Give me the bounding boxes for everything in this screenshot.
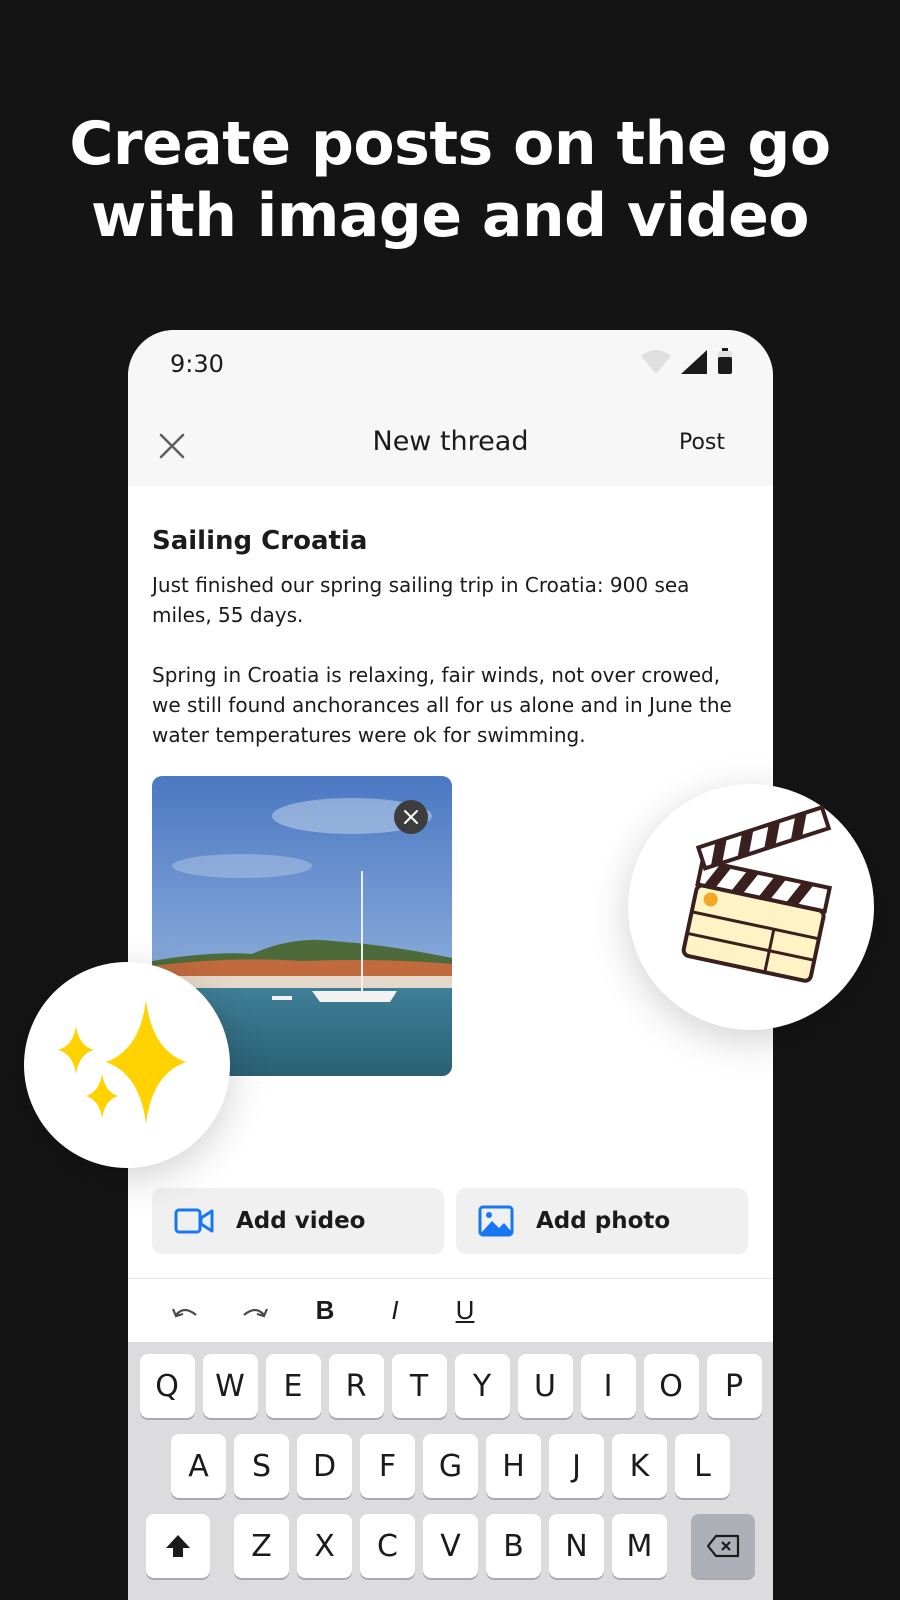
sparkles-icon bbox=[58, 1000, 186, 1124]
headline-line-2: with image and video bbox=[91, 181, 809, 251]
media-actions: Add video Add photo bbox=[152, 1188, 748, 1254]
shift-key[interactable] bbox=[146, 1514, 210, 1578]
video-camera-icon bbox=[174, 1208, 214, 1234]
key-g[interactable]: G bbox=[423, 1434, 478, 1498]
underline-icon[interactable]: U bbox=[448, 1294, 482, 1328]
wifi-icon bbox=[641, 350, 671, 374]
photo-icon bbox=[478, 1205, 514, 1237]
key-j[interactable]: J bbox=[549, 1434, 604, 1498]
key-k[interactable]: K bbox=[612, 1434, 667, 1498]
key-b[interactable]: B bbox=[486, 1514, 541, 1578]
page-title: New thread bbox=[372, 426, 529, 457]
backspace-key[interactable] bbox=[691, 1514, 755, 1578]
key-t[interactable]: T bbox=[391, 1354, 447, 1418]
post-paragraph: Spring in Croatia is relaxing, fair wind… bbox=[152, 663, 732, 747]
key-q[interactable]: Q bbox=[139, 1354, 195, 1418]
remove-photo-button[interactable] bbox=[394, 800, 428, 834]
key-u[interactable]: U bbox=[517, 1354, 573, 1418]
post-button[interactable]: Post bbox=[679, 430, 725, 455]
redo-icon[interactable] bbox=[238, 1294, 272, 1328]
bold-icon[interactable]: B bbox=[308, 1294, 342, 1328]
key-d[interactable]: D bbox=[297, 1434, 352, 1498]
headline-line-1: Create posts on the go bbox=[69, 109, 831, 179]
status-icons bbox=[641, 348, 733, 374]
key-r[interactable]: R bbox=[328, 1354, 384, 1418]
key-f[interactable]: F bbox=[360, 1434, 415, 1498]
key-y[interactable]: Y bbox=[454, 1354, 510, 1418]
key-m[interactable]: M bbox=[612, 1514, 667, 1578]
key-n[interactable]: N bbox=[549, 1514, 604, 1578]
post-body: Just finished our spring sailing trip in… bbox=[152, 570, 752, 750]
close-icon bbox=[404, 810, 418, 824]
clapper-badge bbox=[628, 784, 874, 1030]
key-c[interactable]: C bbox=[360, 1514, 415, 1578]
status-time: 9:30 bbox=[170, 350, 224, 378]
status-bar: 9:30 bbox=[128, 330, 773, 406]
undo-icon[interactable] bbox=[168, 1294, 202, 1328]
clapperboard-icon bbox=[681, 804, 833, 983]
signal-icon bbox=[681, 350, 707, 374]
post-paragraph: Just finished our spring sailing trip in… bbox=[152, 573, 690, 627]
sparkles-badge bbox=[24, 962, 230, 1168]
key-a[interactable]: A bbox=[171, 1434, 226, 1498]
key-s[interactable]: S bbox=[234, 1434, 289, 1498]
key-i[interactable]: I bbox=[580, 1354, 636, 1418]
key-l[interactable]: L bbox=[675, 1434, 730, 1498]
post-title: Sailing Croatia bbox=[152, 526, 368, 556]
add-photo-label: Add photo bbox=[536, 1208, 671, 1234]
top-bar: New thread Post bbox=[128, 406, 773, 486]
add-video-label: Add video bbox=[236, 1208, 366, 1234]
key-h[interactable]: H bbox=[486, 1434, 541, 1498]
key-x[interactable]: X bbox=[297, 1514, 352, 1578]
battery-icon bbox=[718, 348, 732, 374]
key-e[interactable]: E bbox=[265, 1354, 321, 1418]
key-v[interactable]: V bbox=[423, 1514, 478, 1578]
key-o[interactable]: O bbox=[643, 1354, 699, 1418]
key-p[interactable]: P bbox=[706, 1354, 762, 1418]
add-photo-button[interactable]: Add photo bbox=[456, 1188, 748, 1254]
formatting-toolbar: B I U bbox=[128, 1278, 773, 1342]
key-z[interactable]: Z bbox=[234, 1514, 289, 1578]
key-w[interactable]: W bbox=[202, 1354, 258, 1418]
italic-icon[interactable]: I bbox=[378, 1294, 412, 1328]
headline: Create posts on the go with image and vi… bbox=[0, 108, 900, 252]
post-editor[interactable]: Sailing Croatia Just finished our spring… bbox=[152, 526, 752, 750]
keyboard: QWERTYUIOP ASDFGHJKL ZXCVBNM bbox=[128, 1342, 773, 1600]
add-video-button[interactable]: Add video bbox=[152, 1188, 444, 1254]
